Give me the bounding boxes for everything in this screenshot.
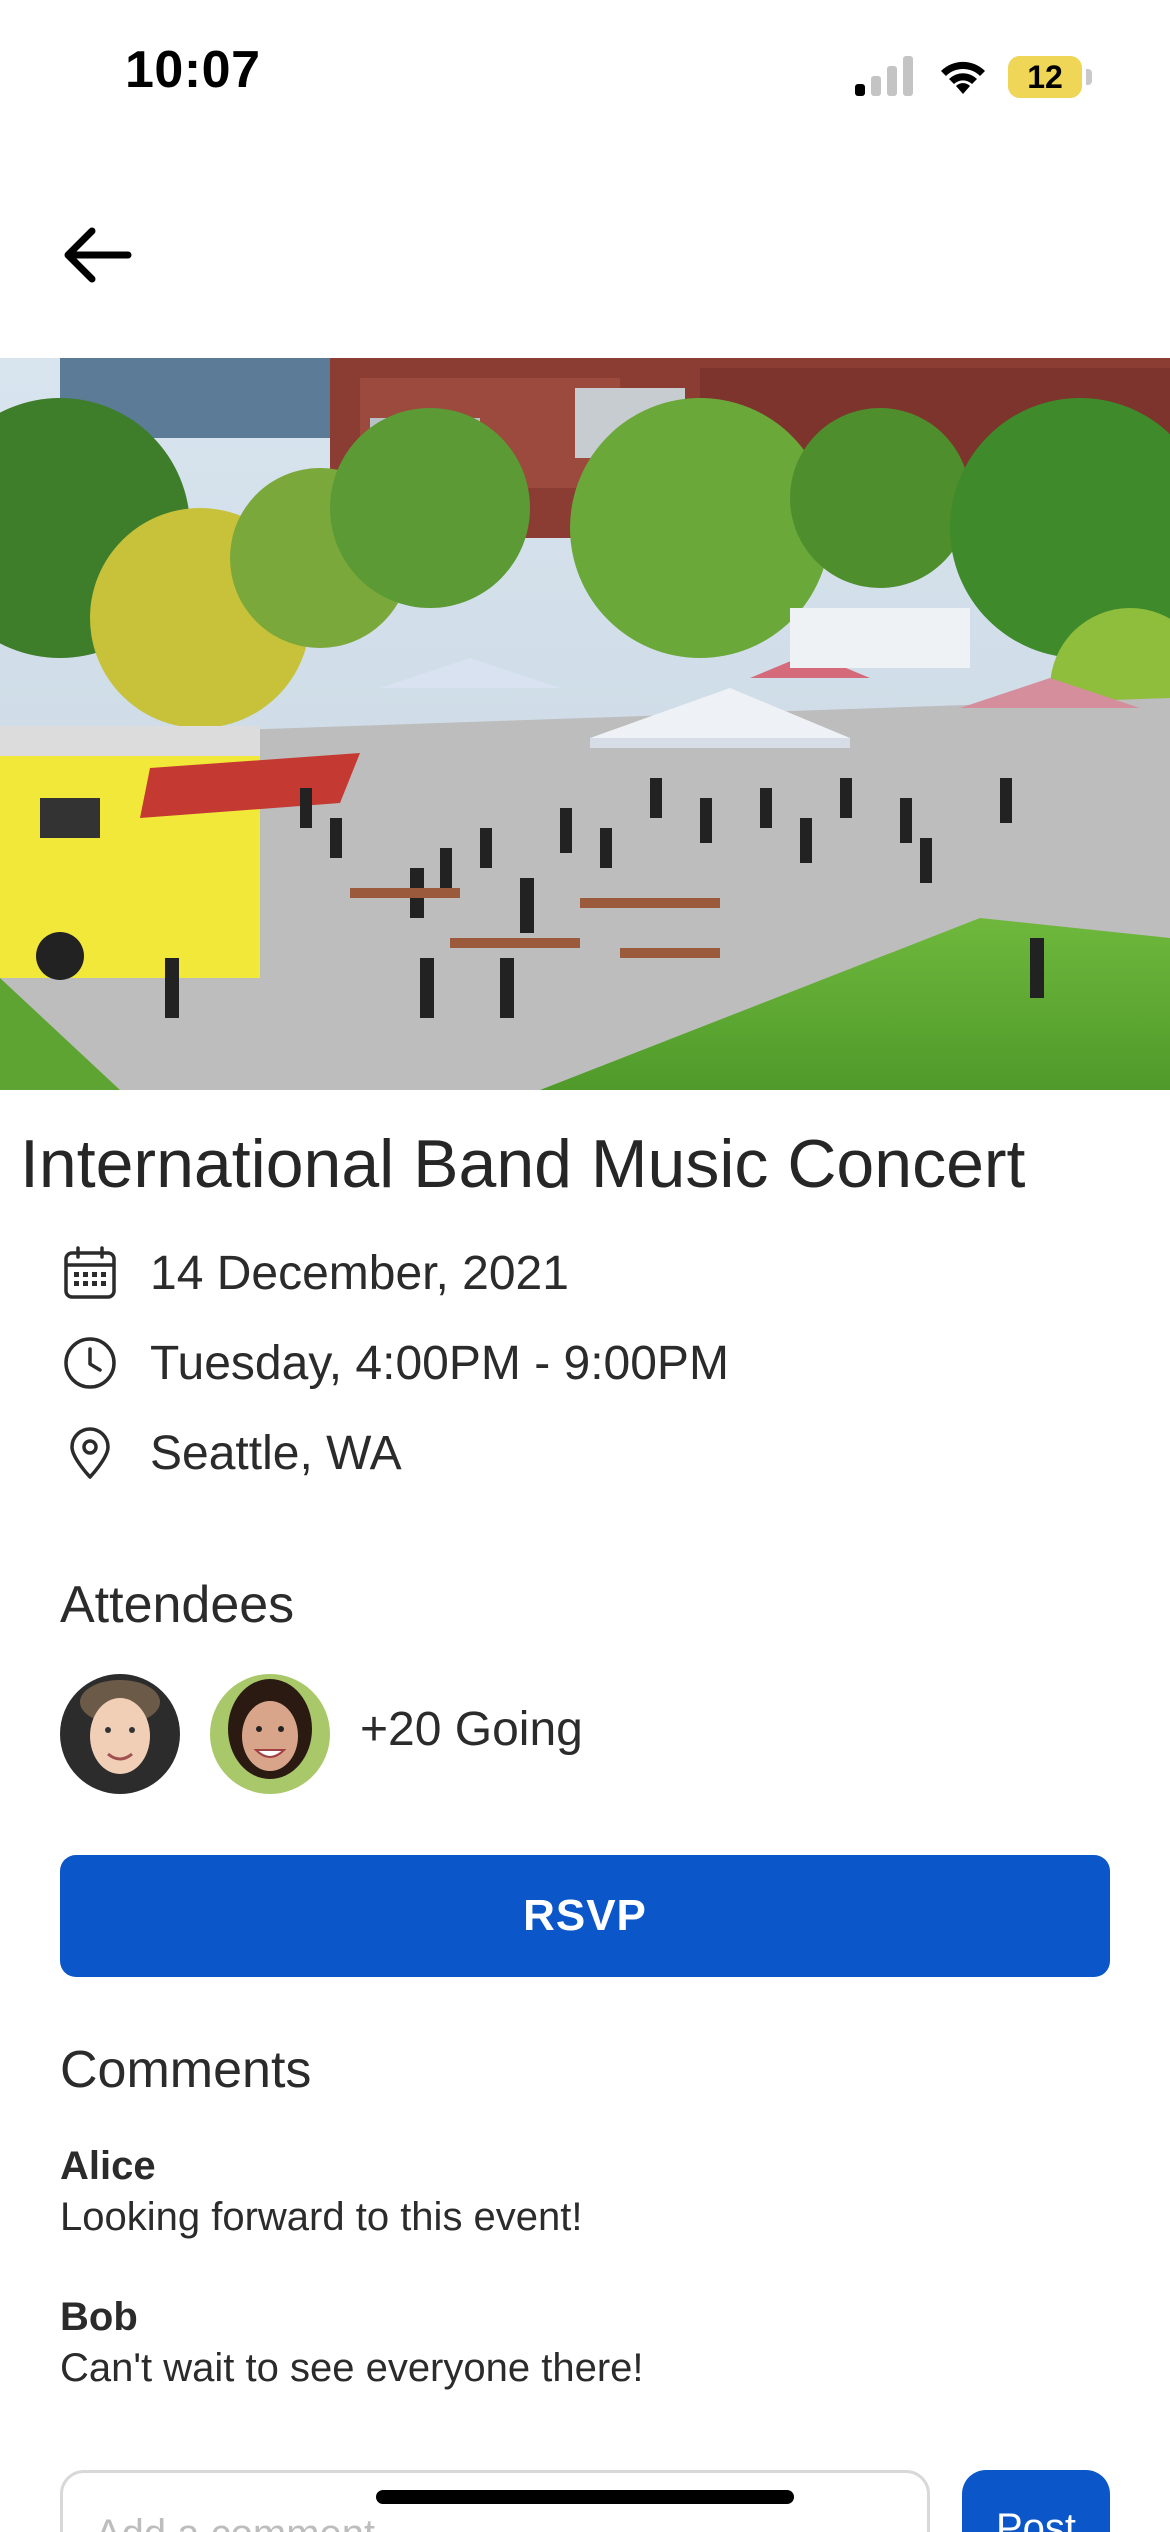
event-title: International Band Music Concert xyxy=(20,1126,1026,1202)
battery-icon: 12 xyxy=(1008,56,1092,98)
event-location: Seattle, WA xyxy=(150,1426,402,1480)
cellular-signal-icon xyxy=(855,56,913,96)
arrow-left-icon xyxy=(64,227,132,283)
location-pin-icon xyxy=(60,1423,120,1483)
rsvp-button[interactable]: RSVP xyxy=(60,1855,1110,1977)
clock-icon xyxy=(60,1333,120,1393)
attendees-heading: Attendees xyxy=(60,1576,295,1634)
comment-author: Bob xyxy=(60,2295,138,2339)
status-time: 10:07 xyxy=(125,41,261,99)
event-detail-screen: 10:07 12 International Band Music Concer… xyxy=(0,0,1170,2532)
status-bar: 10:07 12 xyxy=(0,0,1170,150)
event-time: Tuesday, 4:00PM - 9:00PM xyxy=(150,1336,729,1390)
back-button[interactable] xyxy=(62,215,152,295)
event-hero-image xyxy=(0,358,1170,1090)
avatar[interactable] xyxy=(210,1674,330,1794)
calendar-icon xyxy=(60,1243,120,1303)
avatar[interactable] xyxy=(60,1674,180,1794)
attendee-count: +20 Going xyxy=(360,1703,583,1756)
comment-text: Looking forward to this event! xyxy=(60,2195,583,2239)
wifi-icon xyxy=(941,61,985,94)
comment-author: Alice xyxy=(60,2144,156,2188)
comment-input[interactable] xyxy=(93,2503,897,2532)
event-date: 14 December, 2021 xyxy=(150,1246,569,1300)
post-button[interactable]: Post xyxy=(962,2470,1110,2532)
event-date-row: 14 December, 2021 xyxy=(60,1238,569,1308)
home-indicator[interactable] xyxy=(376,2490,794,2504)
comment-text: Can't wait to see everyone there! xyxy=(60,2346,644,2390)
event-time-row: Tuesday, 4:00PM - 9:00PM xyxy=(60,1328,729,1398)
comments-heading: Comments xyxy=(60,2041,312,2099)
event-location-row: Seattle, WA xyxy=(60,1418,402,1488)
battery-level: 12 xyxy=(1027,59,1063,95)
